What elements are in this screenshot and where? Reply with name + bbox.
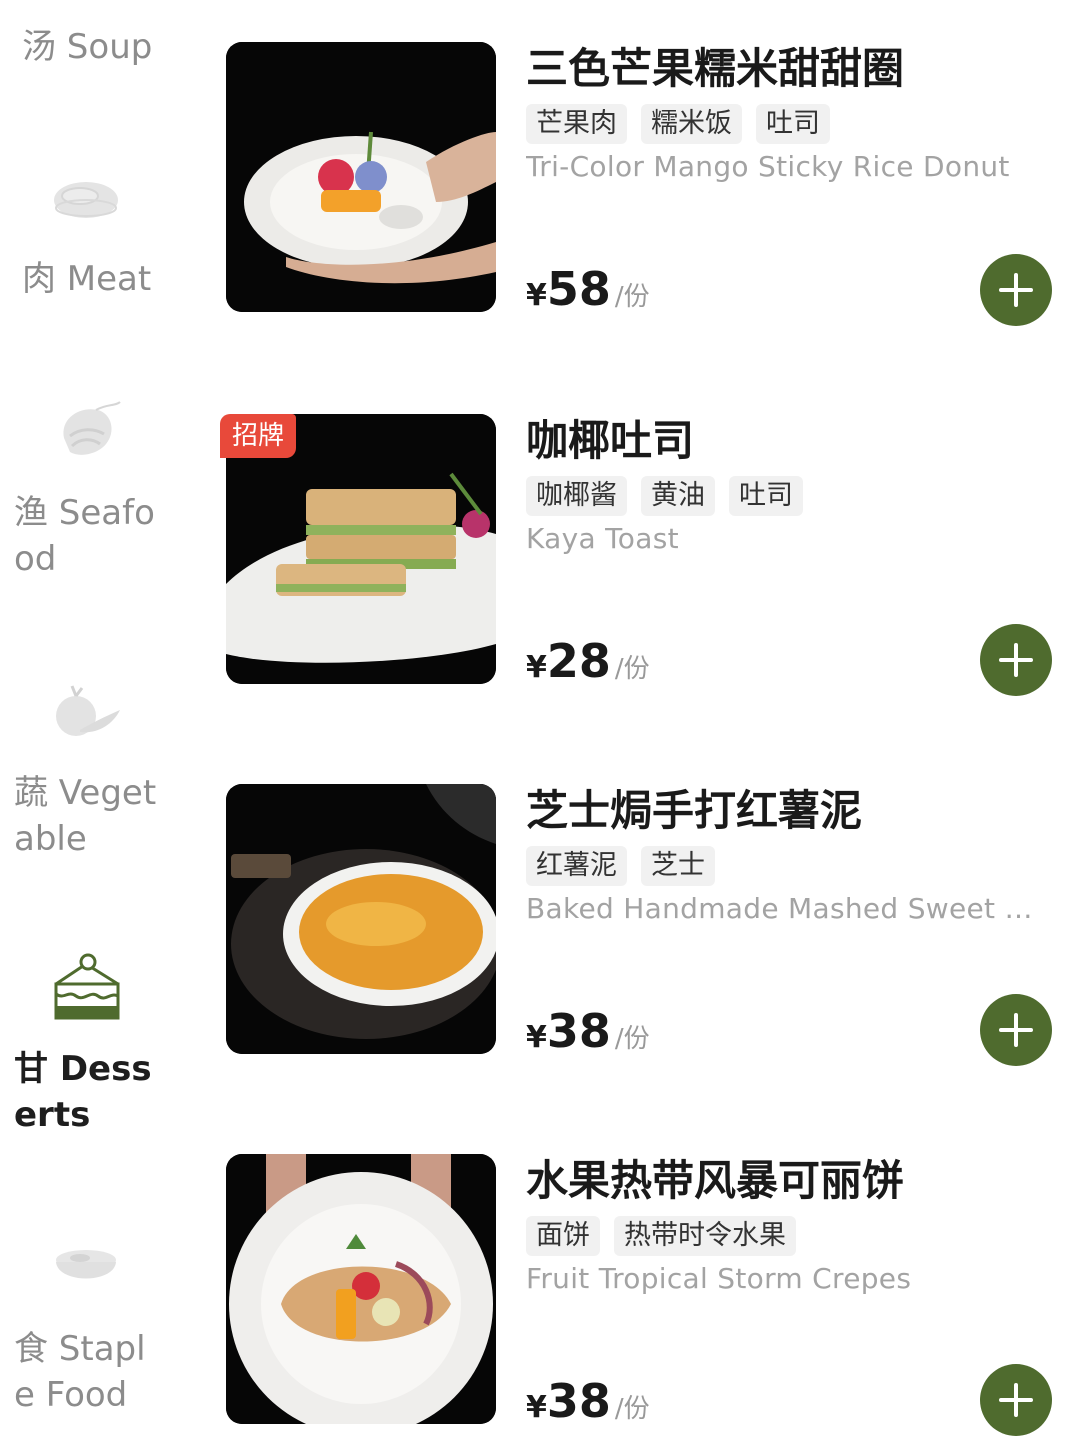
ingredient-tags: 面饼 热带时令水果 [526, 1216, 796, 1256]
ingredient-tag: 糯米饭 [641, 104, 742, 144]
category-vegetable[interactable]: 蔬 Vegetable [0, 680, 190, 860]
dish-photo[interactable] [226, 42, 496, 312]
category-label: 蔬 Vegetable [14, 773, 157, 859]
dish-name: 三色芒果糯米甜甜圈 [526, 44, 905, 93]
ingredient-tag: 红薯泥 [526, 846, 627, 886]
ingredient-tag: 芒果肉 [526, 104, 627, 144]
price-value: 38 [546, 1374, 611, 1428]
ingredient-tag: 吐司 [756, 104, 830, 144]
dish-photo[interactable] [226, 1154, 496, 1424]
dish-name: 水果热带风暴可丽饼 [526, 1156, 905, 1205]
price-unit: /份 [614, 654, 650, 684]
category-label: 甘 Desserts [14, 1049, 152, 1135]
category-label: 食 Staple Food [14, 1329, 146, 1415]
price-value: 28 [546, 634, 611, 688]
price-unit: /份 [614, 282, 650, 312]
category-label: 肉 Meat [22, 259, 152, 299]
dish-price: ¥28/份 [526, 634, 650, 688]
cake-icon [54, 953, 120, 1020]
shrimp-icon [63, 401, 121, 455]
ingredient-tag: 咖椰酱 [526, 476, 627, 516]
dish-price: ¥38/份 [526, 1374, 650, 1428]
category-label: 渔 Seafood [14, 493, 155, 579]
currency-symbol: ¥ [526, 650, 547, 685]
ingredient-tag: 芝士 [641, 846, 715, 886]
ingredient-tags: 红薯泥 芝士 [526, 846, 715, 886]
menu-item: 三色芒果糯米甜甜圈 芒果肉 糯米饭 吐司 Tri-Color Mango Sti… [226, 42, 1066, 326]
category-meat[interactable]: 肉 Meat [0, 170, 190, 310]
dish-price: ¥58/份 [526, 262, 650, 316]
add-to-cart-button[interactable] [980, 994, 1052, 1066]
category-seafood[interactable]: 渔 Seafood [0, 398, 190, 588]
currency-symbol: ¥ [526, 1020, 547, 1055]
category-soup[interactable]: 汤 Soup [0, 24, 190, 84]
ingredient-tags: 芒果肉 糯米饭 吐司 [526, 104, 830, 144]
menu-item: 水果热带风暴可丽饼 面饼 热带时令水果 Fruit Tropical Storm… [226, 1154, 1066, 1436]
dish-image [226, 1154, 496, 1424]
dish-english-name: Fruit Tropical Storm Crepes [526, 1262, 912, 1295]
dish-english-name: Baked Handmade Mashed Sweet Po... [526, 892, 1046, 925]
dish-name: 咖椰吐司 [526, 416, 695, 465]
dish-photo[interactable] [226, 784, 496, 1054]
currency-symbol: ¥ [526, 278, 547, 313]
dish-name: 芝士焗手打红薯泥 [526, 786, 863, 835]
steak-icon [54, 182, 118, 218]
category-desserts[interactable]: 甘 Desserts [0, 950, 190, 1140]
add-to-cart-button[interactable] [980, 254, 1052, 326]
ingredient-tag: 面饼 [526, 1216, 600, 1256]
price-unit: /份 [614, 1024, 650, 1054]
price-value: 38 [546, 1004, 611, 1058]
bowl-icon [56, 1250, 116, 1279]
menu-item: 芝士焗手打红薯泥 红薯泥 芝士 Baked Handmade Mashed Sw… [226, 784, 1066, 1066]
dish-image [226, 42, 496, 312]
category-sidebar: 汤 Soup 肉 Meat 渔 Seafood 蔬 Vegetable 甘 De… [0, 0, 200, 1439]
menu-item: 招牌 咖椰吐司 咖椰酱 黄油 吐司 Kaya Toast ¥28/份 [220, 414, 1066, 696]
add-to-cart-button[interactable] [980, 1364, 1052, 1436]
ingredient-tag: 吐司 [729, 476, 803, 516]
dish-image [226, 784, 496, 1054]
dish-price: ¥38/份 [526, 1004, 650, 1058]
currency-symbol: ¥ [526, 1390, 547, 1425]
ingredient-tag: 黄油 [641, 476, 715, 516]
dish-english-name: Tri-Color Mango Sticky Rice Donut [526, 150, 1010, 183]
category-label: 汤 Soup [22, 27, 153, 67]
signature-badge: 招牌 [220, 414, 297, 458]
category-staple-food[interactable]: 食 Staple Food [0, 1232, 190, 1422]
add-to-cart-button[interactable] [980, 624, 1052, 696]
dish-english-name: Kaya Toast [526, 522, 679, 555]
ingredient-tag: 热带时令水果 [614, 1216, 796, 1256]
vegetable-icon [56, 685, 120, 736]
ingredient-tags: 咖椰酱 黄油 吐司 [526, 476, 803, 516]
price-value: 58 [546, 262, 611, 316]
price-unit: /份 [614, 1394, 650, 1424]
